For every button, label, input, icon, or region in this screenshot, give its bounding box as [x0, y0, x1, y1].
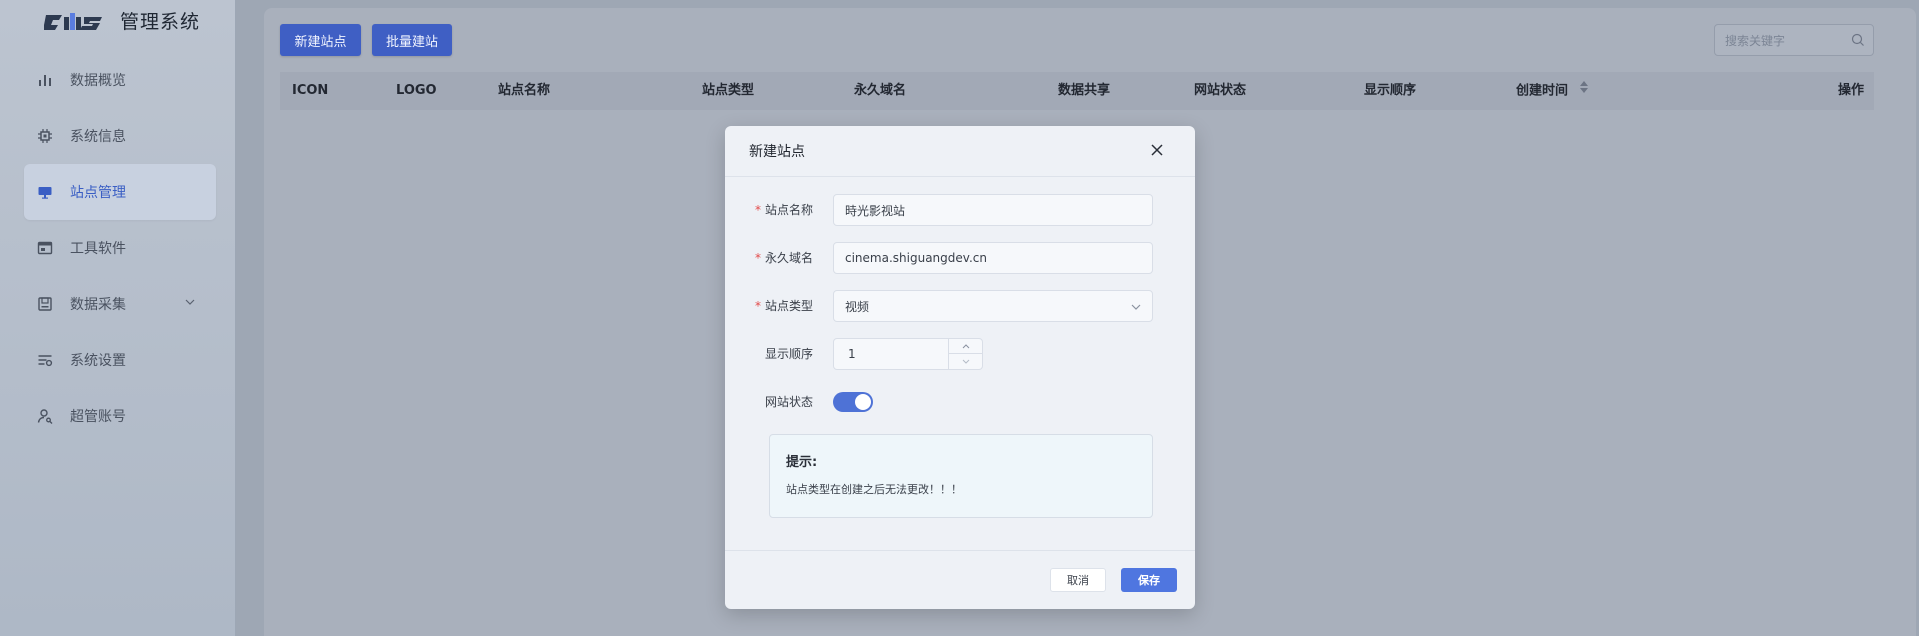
bar-chart-icon [36, 71, 54, 89]
chip-icon [36, 127, 54, 145]
sidebar-item-data-overview[interactable]: 数据概览 [24, 52, 216, 108]
user-key-icon [36, 407, 54, 425]
sidebar-item-label: 站点管理 [70, 185, 126, 201]
chevron-up-icon [962, 343, 969, 348]
search-input[interactable]: 搜索关键字 [1714, 24, 1874, 56]
site-status-toggle[interactable] [833, 392, 873, 412]
column-header-site-status: 网站状态 [1194, 83, 1247, 98]
app-logo: 管理系统 [44, 4, 200, 36]
new-site-button[interactable]: 新建站点 [280, 24, 361, 56]
column-header-data-share: 数据共享 [1058, 83, 1111, 98]
chevron-down-icon [962, 359, 969, 364]
increment-button[interactable] [949, 339, 982, 354]
decrement-button[interactable] [949, 354, 982, 369]
save-button[interactable]: 保存 [1121, 568, 1177, 592]
batch-create-button[interactable]: 批量建站 [372, 24, 452, 56]
site-status-label: 网站状态 [764, 395, 813, 409]
column-header-created-time[interactable]: 创建时间 [1516, 72, 1589, 110]
display-order-label: 显示顺序 [764, 347, 813, 361]
sidebar-item-label: 数据采集 [70, 297, 126, 313]
sort-icon[interactable] [1579, 72, 1589, 110]
monitor-icon [36, 183, 54, 201]
dialog-title: 新建站点 [749, 144, 805, 160]
column-header-label: 创建时间 [1516, 83, 1569, 99]
stepper-controls [948, 339, 982, 369]
site-type-value: 视频 [845, 299, 870, 314]
column-header-icon: ICON [292, 83, 329, 98]
sidebar: 管理系统 数据概览 系统信息 站点管理 工具软件 数据采集 系统设置 超管账号 [0, 0, 236, 636]
sidebar-item-label: 系统信息 [70, 129, 126, 145]
site-type-label: * 站点类型 [754, 299, 813, 313]
window-icon [36, 239, 54, 257]
site-name-label: * 站点名称 [754, 203, 813, 217]
display-order-value: 1 [848, 347, 856, 361]
close-button[interactable] [1142, 136, 1172, 166]
sliders-icon [36, 351, 54, 369]
app-title: 管理系统 [120, 10, 201, 33]
sidebar-item-data-collection[interactable]: 数据采集 [24, 276, 216, 332]
cms-logo-mark [44, 7, 108, 33]
tip-text: 站点类型在创建之后无法更改！！！ [786, 483, 962, 496]
save-icon [36, 295, 54, 313]
tip-title: 提示: [786, 455, 818, 470]
sidebar-item-system-info[interactable]: 系统信息 [24, 108, 216, 164]
column-header-site-type: 站点类型 [702, 83, 755, 98]
column-header-domain: 永久域名 [854, 83, 907, 98]
column-header-site-name: 站点名称 [498, 83, 551, 98]
site-name-input[interactable]: 時光影视站 [833, 194, 1153, 226]
sidebar-item-super-admin[interactable]: 超管账号 [24, 388, 216, 444]
required-mark: * [754, 203, 761, 217]
site-type-select[interactable]: 视频 [833, 290, 1153, 322]
column-header-logo: LOGO [396, 83, 437, 98]
dialog-footer-divider [725, 550, 1195, 551]
required-mark: * [754, 251, 761, 265]
cancel-button[interactable]: 取消 [1050, 568, 1106, 592]
sidebar-item-tools[interactable]: 工具软件 [24, 220, 216, 276]
tip-box: 提示: 站点类型在创建之后无法更改！！！ [769, 434, 1153, 518]
column-header-actions: 操作 [1838, 83, 1865, 98]
chevron-down-icon [1130, 301, 1142, 316]
required-mark: * [754, 299, 761, 313]
logo-graphic [44, 13, 102, 30]
sidebar-item-label: 数据概览 [70, 73, 126, 89]
toggle-knob [855, 394, 871, 410]
chevron-down-icon [184, 296, 196, 312]
sidebar-item-site-management[interactable]: 站点管理 [24, 164, 216, 220]
new-site-dialog: 新建站点 * 站点名称 時光影视站 * 永久域名 cinema.shiguangde… [725, 126, 1195, 609]
table-header: ICON LOGO 站点名称 站点类型 永久域名 数据共享 网站状态 显示顺序 … [280, 72, 1874, 110]
dialog-header-divider [725, 176, 1195, 177]
sidebar-item-label: 超管账号 [70, 409, 126, 425]
domain-input[interactable]: cinema.shiguangdev.cn [833, 242, 1153, 274]
search-icon[interactable] [1851, 33, 1865, 50]
domain-label: * 永久域名 [754, 251, 813, 265]
close-icon [1150, 142, 1164, 161]
column-header-display-order: 显示顺序 [1364, 83, 1417, 98]
sidebar-item-label: 系统设置 [70, 353, 126, 369]
search-placeholder: 搜索关键字 [1725, 33, 1786, 48]
sidebar-item-system-settings[interactable]: 系统设置 [24, 332, 216, 388]
sidebar-item-label: 工具软件 [70, 241, 126, 257]
display-order-stepper[interactable]: 1 [833, 338, 983, 370]
